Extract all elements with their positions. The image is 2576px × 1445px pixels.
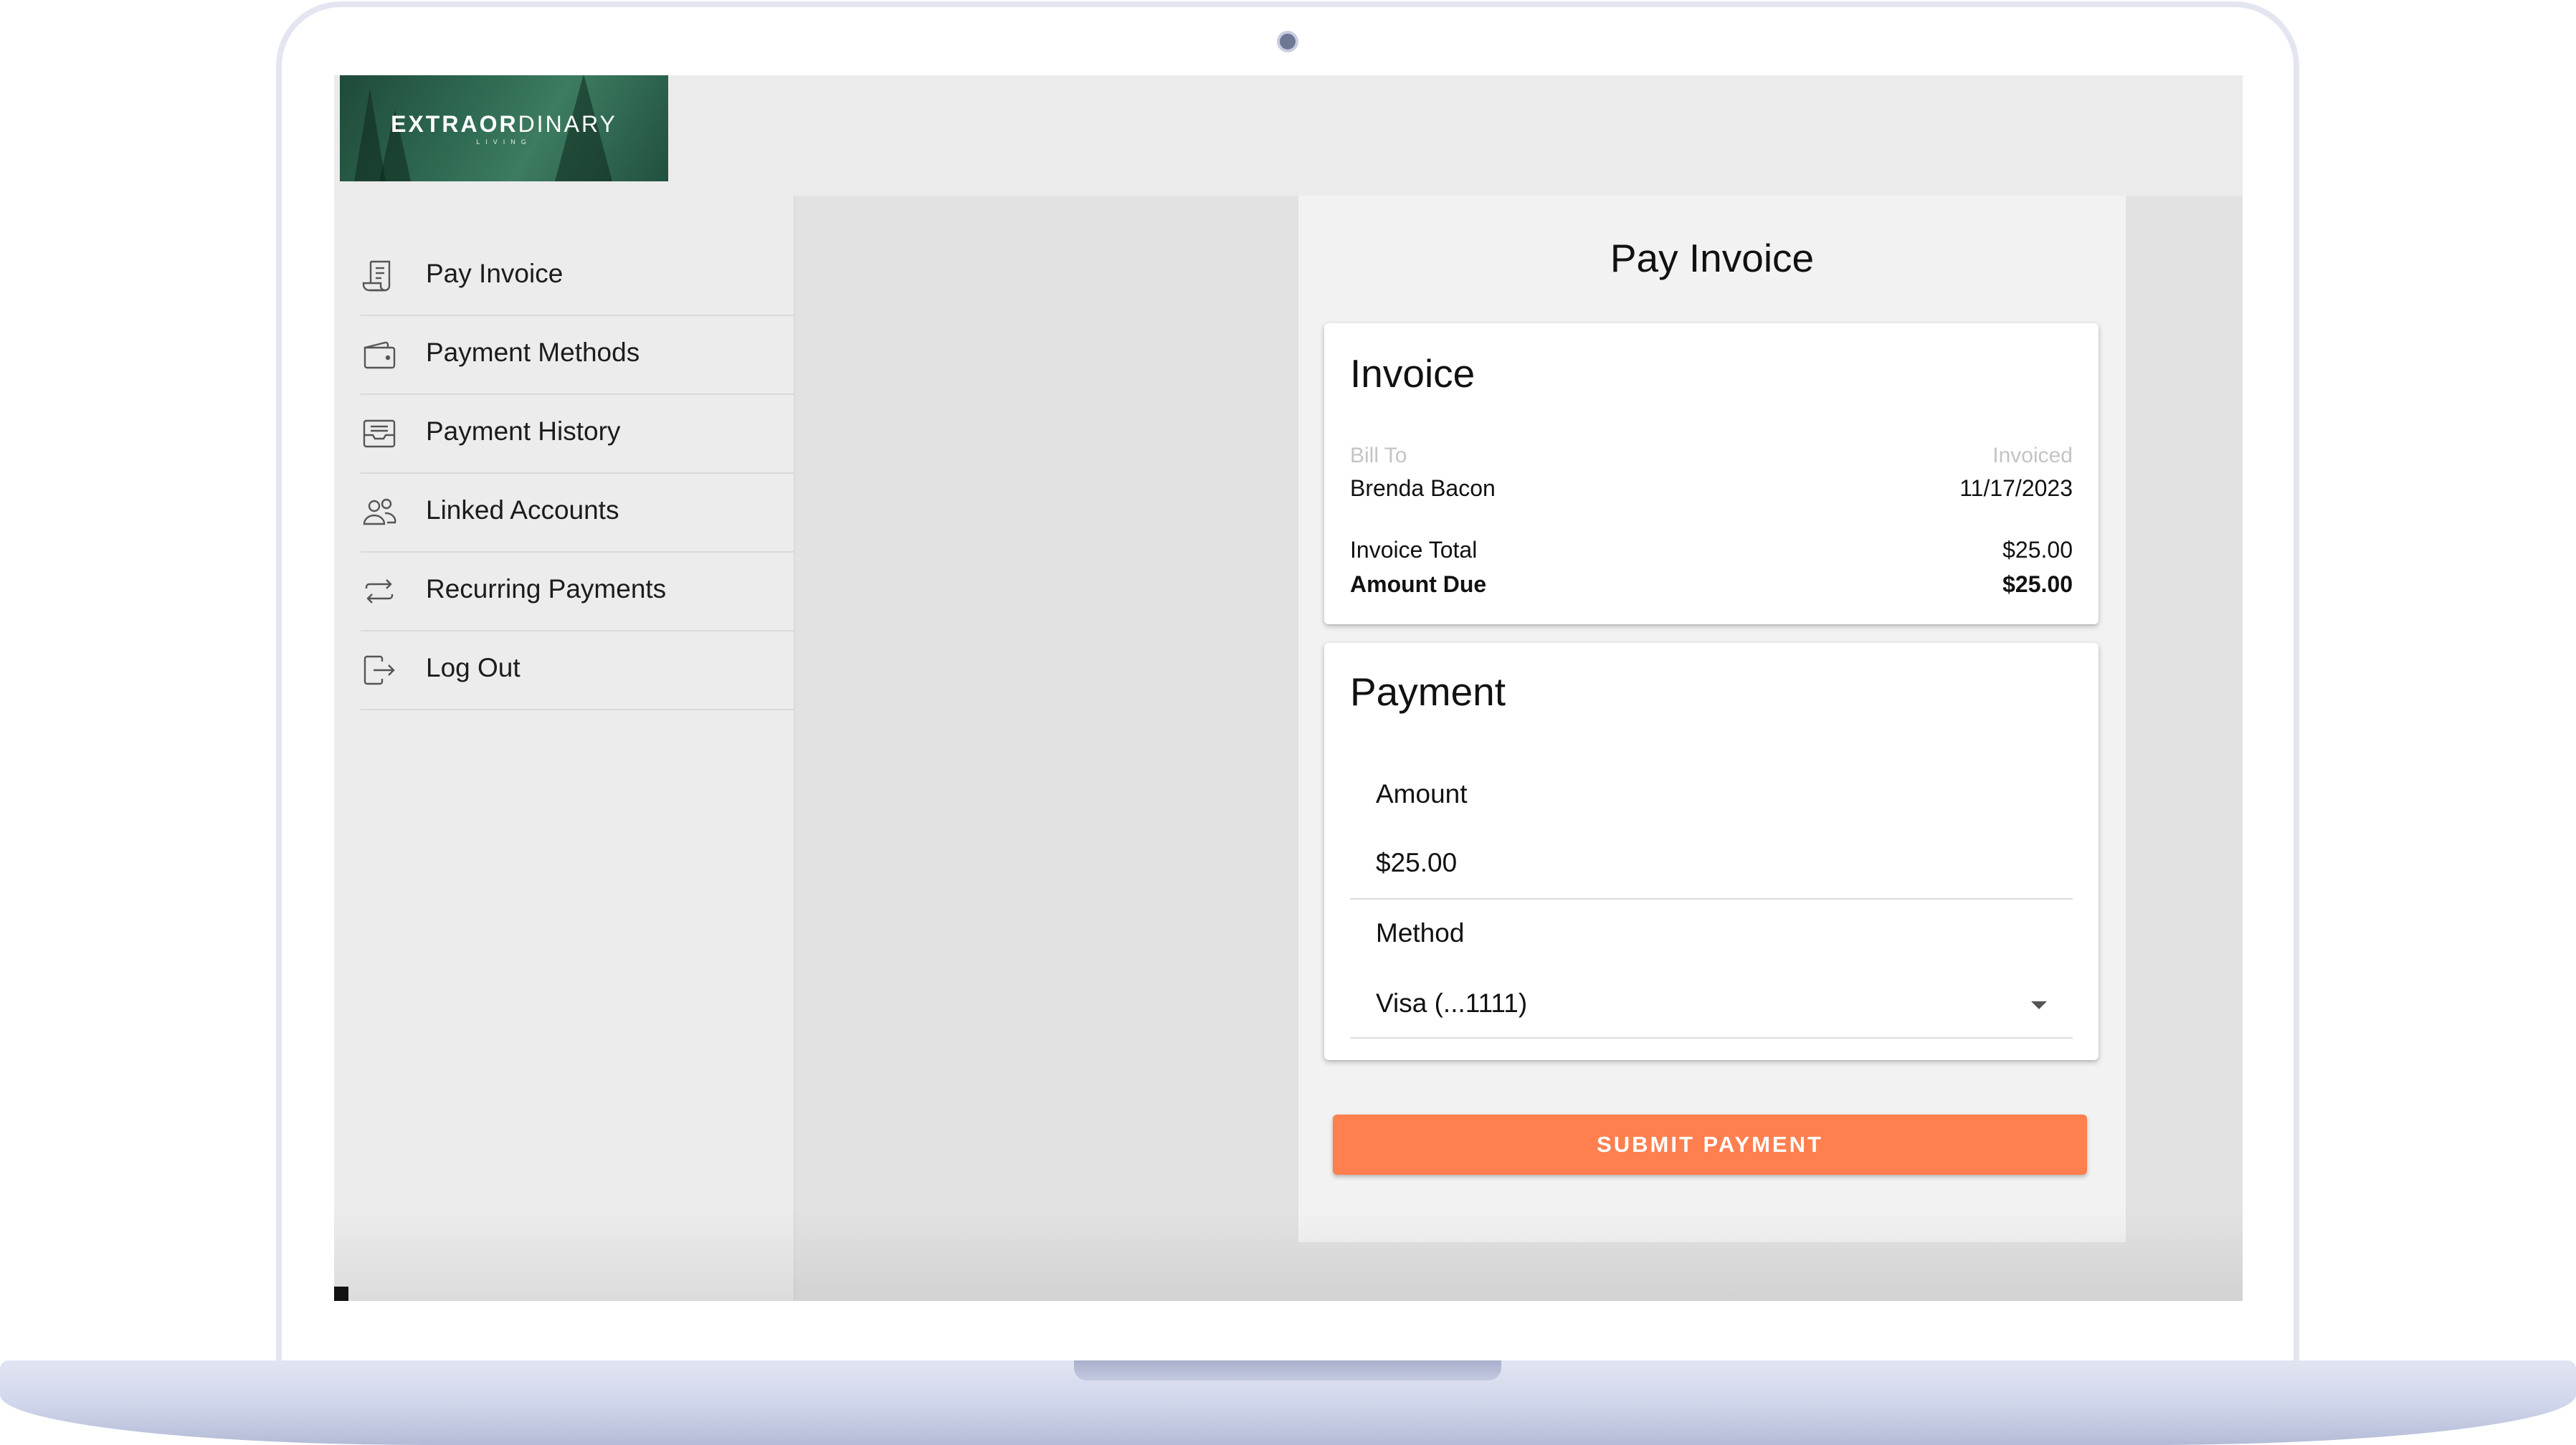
submit-payment-button[interactable]: SUBMIT PAYMENT: [1333, 1115, 2087, 1175]
bill-to-label: Bill To: [1350, 444, 1407, 467]
app-screen: EXTRAORDINARY LIVING Pay Invoice Payment…: [334, 75, 2243, 1301]
top-bar: EXTRAORDINARY LIVING: [334, 75, 2243, 196]
amount-due-value: $25.00: [2002, 571, 2073, 597]
brand-logo[interactable]: EXTRAORDINARY LIVING: [340, 75, 668, 181]
screen-corner: [334, 1287, 348, 1301]
repeat-icon: [361, 573, 398, 610]
method-field-label: Method: [1376, 918, 1465, 948]
laptop-base-notch: [1074, 1360, 1501, 1380]
page-title: Pay Invoice: [1610, 236, 1815, 280]
chevron-down-icon[interactable]: [2031, 1001, 2047, 1009]
inbox-tray-icon: [361, 415, 398, 452]
sidebar-nav: Pay Invoice Payment Methods Payment Hist…: [334, 196, 795, 1301]
sidebar-item-label: Log Out: [426, 653, 521, 682]
amount-field-label: Amount: [1376, 779, 1468, 809]
amount-input-underline: [1350, 898, 2073, 900]
sidebar-item-pay-invoice[interactable]: Pay Invoice: [361, 237, 795, 316]
payment-card: Payment Amount $25.00 Method Visa (...11…: [1324, 643, 2099, 1060]
sidebar-item-label: Payment History: [426, 416, 621, 446]
invoiced-date: 11/17/2023: [1959, 475, 2073, 501]
amount-due-label: Amount Due: [1350, 571, 1487, 597]
sidebar-item-payment-methods[interactable]: Payment Methods: [361, 316, 795, 395]
invoiced-label: Invoiced: [1992, 444, 2073, 467]
logo-wordmark: EXTRAORDINARY: [391, 111, 617, 137]
sidebar-item-payment-history[interactable]: Payment History: [361, 395, 795, 474]
invoice-total-value: $25.00: [2002, 537, 2073, 563]
sidebar-item-label: Payment Methods: [426, 338, 640, 367]
sidebar-item-recurring-payments[interactable]: Recurring Payments: [361, 553, 795, 631]
sidebar-item-label: Recurring Payments: [426, 574, 667, 604]
logo-tagline: LIVING: [476, 138, 532, 146]
invoice-icon: [361, 257, 398, 295]
amount-input[interactable]: $25.00: [1376, 848, 1457, 878]
sidebar-item-label: Linked Accounts: [426, 495, 619, 525]
method-select-underline: [1350, 1037, 2073, 1039]
pay-invoice-panel: Pay Invoice Invoice Bill To Invoiced Bre…: [1298, 196, 2126, 1242]
wallet-icon: [361, 336, 398, 373]
sidebar-item-log-out[interactable]: Log Out: [361, 631, 795, 710]
sidebar-item-label: Pay Invoice: [426, 259, 564, 288]
invoice-card-title: Invoice: [1350, 351, 1475, 396]
method-select[interactable]: Visa (...1111): [1376, 988, 1527, 1019]
sidebar-item-linked-accounts[interactable]: Linked Accounts: [361, 474, 795, 553]
payment-card-title: Payment: [1350, 669, 1506, 714]
webcam: [1277, 31, 1298, 52]
bill-to-value: Brenda Bacon: [1350, 475, 1496, 501]
logout-icon: [361, 652, 398, 689]
invoice-card: Invoice Bill To Invoiced Brenda Bacon 11…: [1324, 323, 2099, 624]
invoice-total-label: Invoice Total: [1350, 537, 1478, 563]
users-icon: [361, 494, 398, 531]
